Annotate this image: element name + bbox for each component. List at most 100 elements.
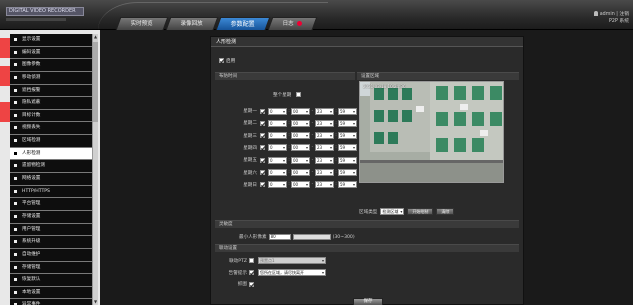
start-hour-select[interactable]: 0 [268,156,287,164]
ptz-select[interactable]: 预置点1 [258,257,326,264]
start-hour-select[interactable]: 0 [268,181,287,189]
sidebar-scrollbar[interactable]: ▲ ▼ [92,34,98,305]
alarm-label: 告警提示 [228,270,247,276]
start-draw-button[interactable]: 开始绘制 [407,208,434,215]
sidebar-item[interactable]: 存储管理 [10,261,92,275]
day-checkbox[interactable] [260,133,265,139]
end-hour-select[interactable]: 23 [315,169,334,176]
end-minute-select[interactable]: 59 [338,169,357,176]
day-checkbox[interactable] [260,120,265,126]
user-logout-link[interactable]: admin | 注销 [600,12,629,17]
end-hour-select[interactable]: 23 [315,119,334,127]
start-minute-select[interactable]: 00 [291,169,310,176]
sensitivity-input[interactable]: 80 [268,234,291,240]
alarm-checkbox[interactable] [249,270,254,275]
day-checkbox[interactable] [260,145,265,151]
sidebar-item[interactable]: 本地设置 [10,286,92,300]
panel-title: 人形检测 [211,37,523,47]
sidebar-item[interactable]: 存储设置 [10,210,92,224]
day-label: 星期五 [243,158,257,164]
end-minute-select[interactable]: 59 [338,132,357,140]
sidebar-item[interactable]: 区域检测 [10,135,92,148]
day-checkbox[interactable] [260,108,265,114]
time-colon: : [335,182,337,188]
tab-live-view[interactable]: 实时预览 [115,17,169,30]
sidebar-item[interactable]: 隐私遮蔽 [10,97,92,110]
day-checkbox[interactable] [260,182,265,188]
start-minute-select[interactable]: 00 [291,107,310,115]
sidebar-item[interactable]: 网络设置 [10,173,92,186]
region-type-label: 区域类型 [359,209,378,215]
start-hour-select[interactable]: 0 [268,132,287,140]
enable-checkbox[interactable] [219,58,224,63]
day-label: 星期二 [243,121,257,127]
sidebar-item[interactable]: 视频丢失 [10,122,92,136]
sidebar-item[interactable]: 显示设置 [10,34,92,47]
end-hour-select[interactable]: 23 [315,107,334,115]
sidebar-item[interactable]: 图像参数 [10,59,92,72]
snapshot-checkbox[interactable] [249,281,254,287]
time-dash: - [311,120,314,126]
start-minute-select[interactable]: 00 [291,132,310,140]
sidebar-item[interactable]: 移动侦测 [10,71,92,85]
save-button[interactable]: 保存 [353,298,383,305]
end-minute-select[interactable]: 59 [338,156,357,164]
sidebar-item[interactable]: 恢复默认 [10,274,92,287]
sensitivity-range-bar[interactable] [292,234,331,240]
scroll-up-icon[interactable]: ▲ [93,34,98,40]
end-minute-select[interactable]: 59 [338,144,357,152]
end-hour-select[interactable]: 23 [315,156,334,164]
sidebar-item[interactable]: 遗留物检测 [10,160,92,174]
clear-button[interactable]: 清除 [436,208,455,215]
day-checkbox[interactable] [260,170,265,175]
allday-checkbox[interactable] [295,92,301,97]
start-hour-select[interactable]: 0 [268,144,287,152]
time-colon: : [288,108,290,114]
end-hour-select[interactable]: 23 [315,132,334,140]
end-minute-select[interactable]: 59 [338,107,357,115]
alarm-select[interactable]: 您所在区域，请尽快离开 [258,269,326,276]
ptz-row: 联动PTZ 预置点1 [227,257,326,264]
day-label: 星期一 [243,109,257,114]
sidebar-item[interactable]: 异常事件 [10,299,92,305]
tab-playback[interactable]: 录像回放 [165,17,219,30]
tab-playback-label: 录像回放 [180,21,203,27]
start-hour-select[interactable]: 0 [268,169,287,176]
schedule-row: 星期二0:00-23:59 [231,119,357,127]
sidebar-item[interactable]: 自动维护 [10,248,92,262]
end-minute-select[interactable]: 59 [338,119,357,127]
start-hour-select[interactable]: 0 [268,107,287,115]
start-minute-select[interactable]: 00 [291,119,310,127]
day-label: 星期日 [243,182,257,188]
start-minute-select[interactable]: 00 [291,144,310,152]
tab-logs[interactable]: 日志 [267,17,318,30]
time-dash: - [311,145,314,151]
scroll-down-icon[interactable]: ▼ [93,299,98,305]
start-hour-select[interactable]: 0 [268,119,287,127]
alert-dot-icon [297,21,303,26]
start-minute-select[interactable]: 00 [291,156,310,164]
start-minute-select[interactable]: 00 [291,181,310,189]
sidebar-item[interactable]: 系统升级 [10,236,92,249]
ptz-checkbox[interactable] [249,258,254,263]
tab-settings[interactable]: 参数配置 [215,17,271,30]
video-preview[interactable]: 2021-03-18 10:24:36 [359,81,504,183]
time-dash: - [311,170,314,175]
day-checkbox[interactable] [260,157,265,163]
sidebar-item[interactable]: 目标计数 [10,109,92,123]
end-minute-select[interactable]: 59 [338,181,357,189]
sidebar-item[interactable]: HTTP/HTTPS [10,185,92,199]
sidebar-item[interactable]: 平台管理 [10,198,92,211]
snapshot-label: 抓图 [237,282,247,287]
time-colon: : [288,182,290,188]
sidebar-item[interactable]: 编码设置 [10,46,92,60]
sidebar-item[interactable]: 人形检测 [10,147,92,161]
schedule-row: 星期三0:00-23:59 [231,132,357,140]
region-type-select[interactable]: 检测区域 [380,208,405,215]
end-hour-select[interactable]: 23 [315,144,334,152]
end-hour-select[interactable]: 23 [315,181,334,189]
sidebar-item[interactable]: 用户管理 [10,223,92,237]
allday-row: 整个星期 [273,92,303,98]
scroll-thumb[interactable] [93,42,98,122]
sidebar-item[interactable]: 遮挡报警 [10,84,92,98]
